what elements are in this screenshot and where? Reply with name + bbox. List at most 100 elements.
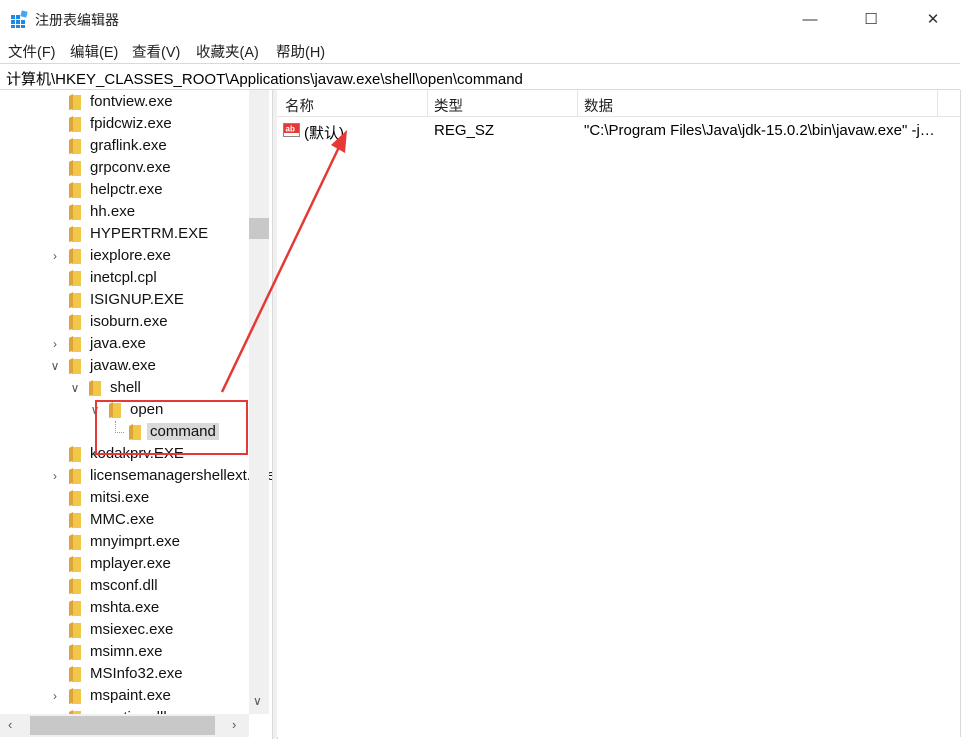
- string-value-icon: ab: [283, 123, 300, 137]
- value-data: "C:\Program Files\Java\jdk-15.0.2\bin\ja…: [584, 122, 935, 139]
- tree-item-label: MSInfo32.exe: [90, 665, 183, 682]
- tree-item[interactable]: isoburn.exe: [0, 311, 249, 333]
- tree-item[interactable]: helpctr.exe: [0, 179, 249, 201]
- folder-icon: [69, 358, 81, 374]
- chevron-down-icon[interactable]: ∨: [49, 355, 61, 377]
- tree-item-label: iexplore.exe: [90, 247, 171, 264]
- tree-item-label: mitsi.exe: [90, 489, 150, 506]
- registry-editor-icon: [11, 10, 28, 28]
- folder-icon: [69, 270, 81, 286]
- tree-item[interactable]: fpidcwiz.exe: [0, 113, 249, 135]
- tree-vertical-scrollbar[interactable]: ∨: [249, 90, 269, 714]
- maximize-button[interactable]: ☐: [848, 0, 894, 38]
- scroll-down-icon[interactable]: ∨: [253, 694, 262, 708]
- scroll-left-icon[interactable]: ‹: [8, 717, 12, 732]
- column-header-name[interactable]: 名称: [285, 95, 314, 116]
- tree-item-label: graflink.exe: [90, 137, 167, 154]
- tree-item-label: fontview.exe: [90, 93, 173, 110]
- menu-help[interactable]: 帮助(H): [276, 41, 325, 62]
- address-path[interactable]: 计算机\HKEY_CLASSES_ROOT\Applications\javaw…: [6, 68, 523, 89]
- folder-icon: [69, 182, 81, 198]
- address-bar[interactable]: 计算机\HKEY_CLASSES_ROOT\Applications\javaw…: [0, 63, 960, 90]
- tree-item[interactable]: mitsi.exe: [0, 487, 249, 509]
- folder-icon: [69, 622, 81, 638]
- folder-icon: [69, 578, 81, 594]
- tree-item[interactable]: MSInfo32.exe: [0, 663, 249, 685]
- tree-item-label: javaw.exe: [90, 357, 156, 374]
- tree-item-label: mplayer.exe: [90, 555, 171, 572]
- annotation-highlight-box: [95, 400, 248, 455]
- tree-item-label: isoburn.exe: [90, 313, 168, 330]
- column-header-type[interactable]: 类型: [434, 95, 463, 116]
- scroll-right-icon[interactable]: ›: [232, 717, 236, 732]
- folder-icon: [69, 336, 81, 352]
- tree-item[interactable]: › mspaint.exe: [0, 685, 249, 707]
- tree-item-label: grpconv.exe: [90, 159, 171, 176]
- folder-icon: [69, 160, 81, 176]
- folder-icon: [69, 314, 81, 330]
- folder-icon: [69, 226, 81, 242]
- svg-text:ab: ab: [286, 125, 295, 134]
- folder-icon: [69, 490, 81, 506]
- close-button[interactable]: ✕: [910, 0, 956, 38]
- tree-item-label: msimn.exe: [90, 643, 163, 660]
- column-header-data[interactable]: 数据: [584, 95, 613, 116]
- tree-item[interactable]: hh.exe: [0, 201, 249, 223]
- chevron-right-icon[interactable]: ›: [49, 245, 61, 267]
- menu-view[interactable]: 查看(V): [132, 41, 180, 62]
- tree-item[interactable]: msimn.exe: [0, 641, 249, 663]
- tree-item[interactable]: › java.exe: [0, 333, 249, 355]
- chevron-right-icon[interactable]: ›: [49, 685, 61, 707]
- tree-item[interactable]: inetcpl.cpl: [0, 267, 249, 289]
- tree-item[interactable]: mplayer.exe: [0, 553, 249, 575]
- tree-item[interactable]: grpconv.exe: [0, 157, 249, 179]
- menu-edit[interactable]: 编辑(E): [70, 41, 118, 62]
- tree-item-label: java.exe: [90, 335, 146, 352]
- tree-item-label: MMC.exe: [90, 511, 155, 528]
- tree-horizontal-scroll-thumb[interactable]: [30, 716, 215, 735]
- tree-item[interactable]: msconf.dll: [0, 575, 249, 597]
- tree-item-label: inetcpl.cpl: [90, 269, 157, 286]
- tree-item[interactable]: MMC.exe: [0, 509, 249, 531]
- folder-icon: [69, 556, 81, 572]
- tree-item[interactable]: ∨ javaw.exe: [0, 355, 249, 377]
- column-divider[interactable]: [427, 90, 428, 116]
- tree-item[interactable]: mshta.exe: [0, 597, 249, 619]
- folder-icon: [69, 468, 81, 484]
- folder-icon: [69, 116, 81, 132]
- chevron-down-icon[interactable]: ∨: [69, 377, 81, 399]
- tree-item-label: licensemanagershellext.exe: [90, 467, 272, 484]
- tree-item-label: fpidcwiz.exe: [90, 115, 172, 132]
- column-divider[interactable]: [937, 90, 938, 116]
- menu-bar: 文件(F) 编辑(E) 查看(V) 收藏夹(A) 帮助(H): [0, 38, 962, 62]
- value-name: (默认): [304, 125, 344, 142]
- close-icon: ✕: [926, 11, 940, 28]
- tree-item[interactable]: graflink.exe: [0, 135, 249, 157]
- folder-icon: [69, 512, 81, 528]
- minimize-button[interactable]: —: [787, 0, 833, 38]
- window-title: 注册表编辑器: [35, 12, 119, 28]
- folder-icon: [69, 248, 81, 264]
- tree-item[interactable]: › licensemanagershellext.exe: [0, 465, 272, 487]
- tree-item-label: mspaint.exe: [90, 687, 171, 704]
- tree-vertical-scroll-thumb[interactable]: [249, 218, 269, 239]
- tree-item-label: helpctr.exe: [90, 181, 163, 198]
- tree-item[interactable]: fontview.exe: [0, 91, 249, 113]
- folder-icon: [69, 534, 81, 550]
- tree-item[interactable]: mnyimprt.exe: [0, 531, 249, 553]
- chevron-right-icon[interactable]: ›: [49, 465, 61, 487]
- tree-item[interactable]: msiexec.exe: [0, 619, 249, 641]
- tree-item-label: mnyimprt.exe: [90, 533, 181, 550]
- list-row[interactable]: ab (默认) REG_SZ "C:\Program Files\Java\jd…: [277, 118, 960, 142]
- tree-item[interactable]: HYPERTRM.EXE: [0, 223, 249, 245]
- tree-item[interactable]: › iexplore.exe: [0, 245, 249, 267]
- tree-item-label: HYPERTRM.EXE: [90, 225, 209, 242]
- folder-icon: [69, 644, 81, 660]
- chevron-right-icon[interactable]: ›: [49, 333, 61, 355]
- tree-horizontal-scrollbar[interactable]: ‹ ›: [0, 714, 249, 737]
- menu-file[interactable]: 文件(F): [8, 41, 56, 62]
- menu-favorites[interactable]: 收藏夹(A): [196, 41, 259, 62]
- column-divider[interactable]: [577, 90, 578, 116]
- tree-item[interactable]: ISIGNUP.EXE: [0, 289, 249, 311]
- tree-item[interactable]: ∨ shell: [0, 377, 249, 399]
